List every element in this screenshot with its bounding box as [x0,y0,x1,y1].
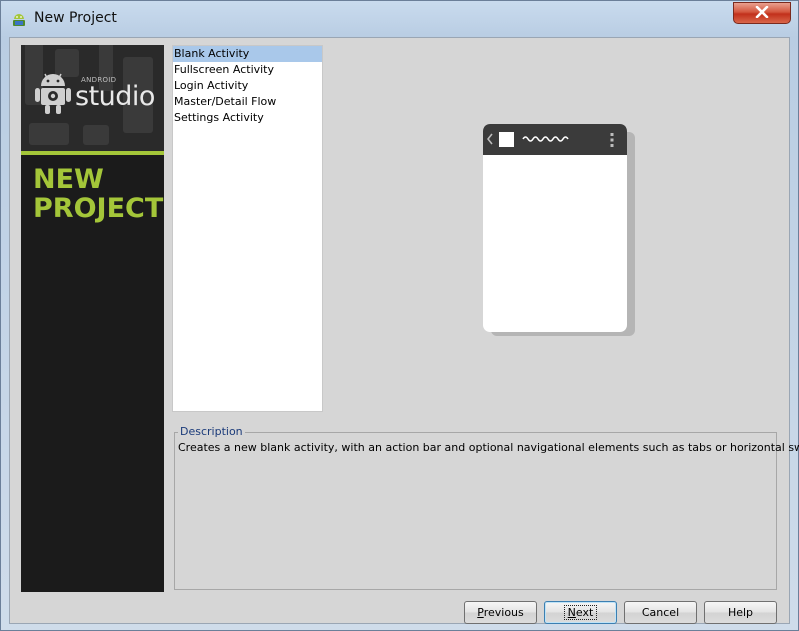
window-title: New Project [34,10,117,26]
template-item[interactable]: Fullscreen Activity [173,62,322,78]
new-project-window: New Project ANDROID studio NEW PROJECT B… [0,0,799,631]
title-bar[interactable]: New Project [1,1,798,37]
back-chevron-icon [486,133,493,148]
next-button-label: Next [563,605,598,620]
template-preview [483,124,635,336]
close-icon [755,5,769,21]
description-legend: Description [178,425,245,438]
help-button-label: Help [727,606,754,619]
new-project-heading: NEW PROJECT [33,164,164,224]
android-robot-icon [33,69,73,118]
cancel-button[interactable]: Cancel [624,601,697,624]
side-banner: ANDROID studio NEW PROJECT [21,45,164,592]
description-group: Description Creates a new blank activity… [174,425,799,590]
activity-template-list[interactable]: Blank Activity Fullscreen Activity Login A… [172,45,323,412]
template-item[interactable]: Master/Detail Flow [173,94,322,110]
overflow-menu-icon [610,132,614,151]
dialog-content: ANDROID studio NEW PROJECT Blank Activit… [9,37,799,624]
title-squiggle-icon [522,134,572,147]
phone-mockup [483,124,627,332]
android-studio-logo-area: ANDROID studio [21,45,164,151]
studio-wordmark: studio [75,81,155,112]
preview-action-bar [483,124,627,155]
close-button[interactable] [733,2,791,24]
template-item[interactable]: Blank Activity [173,46,322,62]
cancel-button-label: Cancel [641,606,680,619]
previous-button-label: Previous [477,606,524,619]
accent-divider [21,151,164,155]
description-text: Creates a new blank activity, with an ac… [178,441,799,454]
template-item[interactable]: Settings Activity [173,110,322,126]
android-app-icon [11,11,27,27]
template-item[interactable]: Login Activity [173,78,322,94]
previous-button[interactable]: Previous [464,601,537,624]
app-icon-square [499,132,514,147]
next-button[interactable]: Next [544,601,617,624]
help-button[interactable]: Help [704,601,777,624]
